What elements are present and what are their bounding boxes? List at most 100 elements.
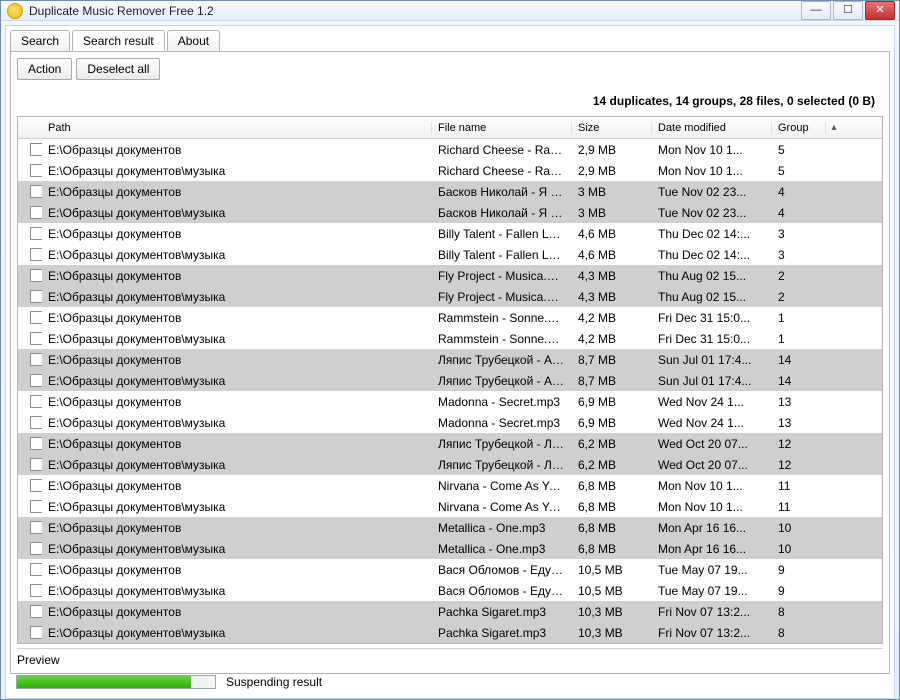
table-row[interactable]: E:\Образцы документов\музыкаNirvana - Co… xyxy=(18,496,882,517)
cell-filename: Ляпис Трубецкой - Ав... xyxy=(432,353,572,367)
close-button[interactable]: ✕ xyxy=(865,1,895,20)
col-modified[interactable]: Date modified xyxy=(652,122,772,134)
row-checkbox[interactable] xyxy=(30,311,42,324)
cell-size: 4,6 MB xyxy=(572,227,652,241)
cell-path: E:\Образцы документов xyxy=(42,269,432,283)
col-filename[interactable]: File name xyxy=(432,122,572,134)
table-row[interactable]: E:\Образцы документов\музыкаЛяпис Трубец… xyxy=(18,454,882,475)
cell-path: E:\Образцы документов\музыка xyxy=(42,458,432,472)
cell-modified: Tue May 07 19... xyxy=(652,563,772,577)
col-group[interactable]: Group xyxy=(772,122,826,134)
cell-path: E:\Образцы документов\музыка xyxy=(42,248,432,262)
row-checkbox[interactable] xyxy=(30,479,42,492)
table-row[interactable]: E:\Образцы документов\музыкаMadonna - Se… xyxy=(18,412,882,433)
col-scroll-head: ▴ xyxy=(826,122,842,133)
cell-filename: Pachka Sigaret.mp3 xyxy=(432,605,572,619)
table-row[interactable]: E:\Образцы документов\музыкаБасков Никол… xyxy=(18,202,882,223)
cell-modified: Sun Jul 01 17:4... xyxy=(652,374,772,388)
table-row[interactable]: E:\Образцы документовЛяпис Трубецкой - Л… xyxy=(18,433,882,454)
tab-about[interactable]: About xyxy=(167,30,220,52)
row-checkbox[interactable] xyxy=(30,563,42,576)
row-checkbox[interactable] xyxy=(30,353,42,366)
row-checkbox[interactable] xyxy=(30,521,42,534)
cell-modified: Fri Dec 31 15:0... xyxy=(652,332,772,346)
table-row[interactable]: E:\Образцы документов\музыкаRammstein - … xyxy=(18,328,882,349)
row-checkbox[interactable] xyxy=(30,185,42,198)
table-row[interactable]: E:\Образцы документовБасков Николай - Я … xyxy=(18,181,882,202)
row-checkbox[interactable] xyxy=(30,248,42,261)
row-checkbox[interactable] xyxy=(30,458,42,471)
cell-path: E:\Образцы документов\музыка xyxy=(42,164,432,178)
row-checkbox[interactable] xyxy=(30,500,42,513)
table-row[interactable]: E:\Образцы документовFly Project - Music… xyxy=(18,265,882,286)
cell-path: E:\Образцы документов\музыка xyxy=(42,416,432,430)
deselect-all-button[interactable]: Deselect all xyxy=(76,58,160,80)
tab-search-result[interactable]: Search result xyxy=(72,30,165,52)
progress-bar xyxy=(16,675,216,689)
table-row[interactable]: E:\Образцы документовPachka Sigaret.mp31… xyxy=(18,601,882,622)
cell-group: 13 xyxy=(772,416,826,430)
cell-size: 6,2 MB xyxy=(572,458,652,472)
table-row[interactable]: E:\Образцы документовBilly Talent - Fall… xyxy=(18,223,882,244)
col-path[interactable]: Path xyxy=(42,122,432,134)
col-size[interactable]: Size xyxy=(572,122,652,134)
cell-size: 4,2 MB xyxy=(572,311,652,325)
row-checkbox[interactable] xyxy=(30,290,42,303)
table-body[interactable]: E:\Образцы документовRichard Cheese - Ra… xyxy=(18,139,882,643)
table-row[interactable]: E:\Образцы документовMadonna - Secret.mp… xyxy=(18,391,882,412)
table-row[interactable]: E:\Образцы документов\музыкаPachka Sigar… xyxy=(18,622,882,643)
cell-path: E:\Образцы документов xyxy=(42,395,432,409)
table-row[interactable]: E:\Образцы документовRichard Cheese - Ra… xyxy=(18,139,882,160)
row-checkbox[interactable] xyxy=(30,395,42,408)
table-row[interactable]: E:\Образцы документов\музыкаВася Обломов… xyxy=(18,580,882,601)
cell-group: 5 xyxy=(772,143,826,157)
row-checkbox[interactable] xyxy=(30,374,42,387)
row-checkbox[interactable] xyxy=(30,584,42,597)
cell-path: E:\Образцы документов\музыка xyxy=(42,290,432,304)
results-table: Path File name Size Date modified Group … xyxy=(17,116,883,644)
table-row[interactable]: E:\Образцы документов\музыкаFly Project … xyxy=(18,286,882,307)
row-checkbox[interactable] xyxy=(30,164,42,177)
table-row[interactable]: E:\Образцы документов\музыкаЛяпис Трубец… xyxy=(18,370,882,391)
maximize-button[interactable]: ☐ xyxy=(833,1,863,20)
cell-modified: Sun Jul 01 17:4... xyxy=(652,353,772,367)
cell-filename: Rammstein - Sonne.mp3 xyxy=(432,311,572,325)
cell-filename: Rammstein - Sonne.mp3 xyxy=(432,332,572,346)
table-row[interactable]: E:\Образцы документовВася Обломов - Еду … xyxy=(18,559,882,580)
app-icon xyxy=(7,3,23,19)
row-checkbox[interactable] xyxy=(30,605,42,618)
cell-size: 8,7 MB xyxy=(572,374,652,388)
table-row[interactable]: E:\Образцы документовЛяпис Трубецкой - А… xyxy=(18,349,882,370)
cell-path: E:\Образцы документов xyxy=(42,311,432,325)
table-row[interactable]: E:\Образцы документов\музыкаMetallica - … xyxy=(18,538,882,559)
row-checkbox[interactable] xyxy=(30,269,42,282)
table-row[interactable]: E:\Образцы документовMetallica - One.mp3… xyxy=(18,517,882,538)
row-checkbox[interactable] xyxy=(30,206,42,219)
row-checkbox[interactable] xyxy=(30,416,42,429)
cell-group: 14 xyxy=(772,374,826,388)
cell-modified: Wed Oct 20 07... xyxy=(652,437,772,451)
row-checkbox[interactable] xyxy=(30,143,42,156)
cell-size: 6,9 MB xyxy=(572,416,652,430)
table-row[interactable]: E:\Образцы документовRammstein - Sonne.m… xyxy=(18,307,882,328)
cell-modified: Wed Nov 24 1... xyxy=(652,416,772,430)
table-row[interactable]: E:\Образцы документов\музыкаRichard Chee… xyxy=(18,160,882,181)
row-checkbox[interactable] xyxy=(30,542,42,555)
cell-size: 4,2 MB xyxy=(572,332,652,346)
minimize-button[interactable]: — xyxy=(801,1,831,20)
table-header: Path File name Size Date modified Group … xyxy=(18,117,882,139)
cell-modified: Fri Nov 07 13:2... xyxy=(652,605,772,619)
cell-group: 11 xyxy=(772,479,826,493)
table-row[interactable]: E:\Образцы документов\музыкаBilly Talent… xyxy=(18,244,882,265)
table-row[interactable]: E:\Образцы документовNirvana - Come As Y… xyxy=(18,475,882,496)
cell-group: 10 xyxy=(772,542,826,556)
row-checkbox[interactable] xyxy=(30,227,42,240)
action-button[interactable]: Action xyxy=(17,58,72,80)
cell-size: 3 MB xyxy=(572,185,652,199)
row-checkbox[interactable] xyxy=(30,437,42,450)
row-checkbox[interactable] xyxy=(30,332,42,345)
cell-path: E:\Образцы документов\музыка xyxy=(42,626,432,640)
row-checkbox[interactable] xyxy=(30,626,42,639)
cell-group: 2 xyxy=(772,269,826,283)
tab-search[interactable]: Search xyxy=(10,30,70,52)
